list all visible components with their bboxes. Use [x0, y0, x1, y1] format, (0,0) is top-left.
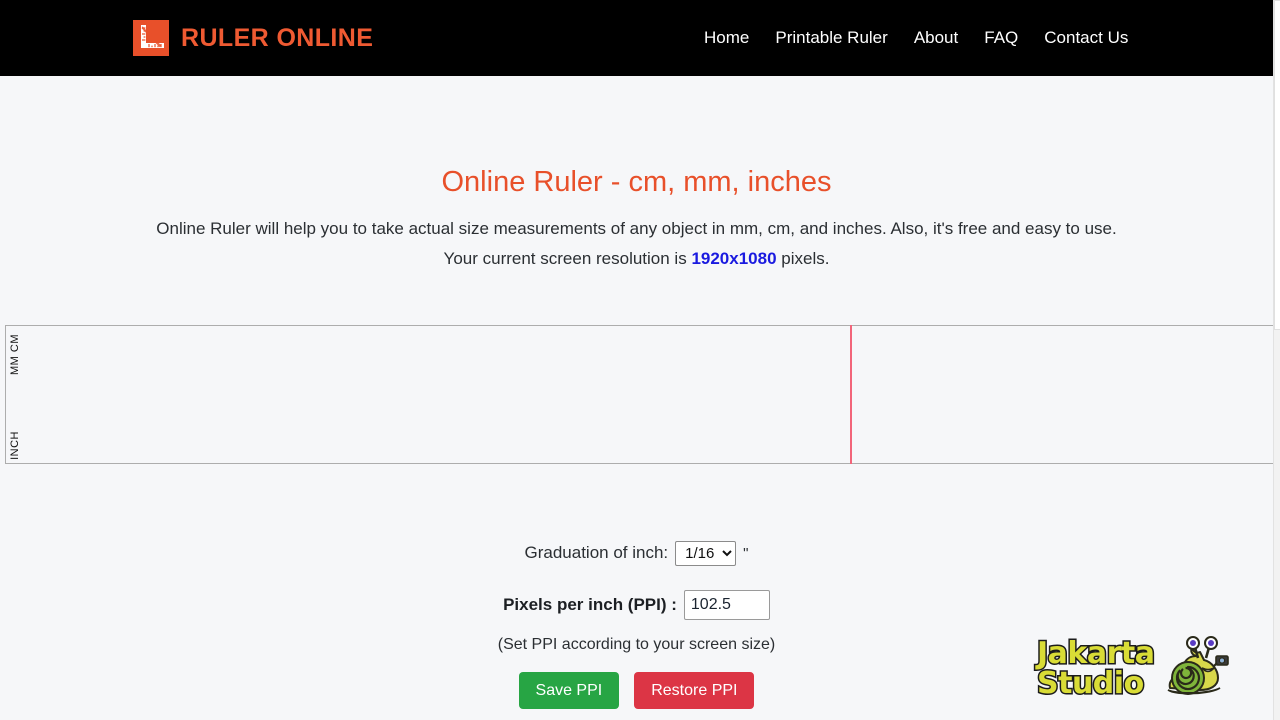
page-root: RULER ONLINE Home Printable Ruler About … [0, 0, 1280, 720]
resolution-prefix: Your current screen resolution is [443, 249, 692, 268]
page-title: Online Ruler - cm, mm, inches [441, 166, 832, 198]
page-scrollbar-thumb[interactable] [1274, 0, 1280, 330]
brand-logo-link[interactable]: RULER ONLINE [133, 20, 373, 56]
nav-item-home[interactable]: Home [704, 0, 762, 76]
inch-symbol: " [743, 544, 749, 562]
brand-name: RULER ONLINE [181, 23, 374, 52]
graduation-label: Graduation of inch: [524, 543, 669, 562]
ppi-row: Pixels per inch (PPI) : [0, 590, 1273, 620]
primary-navigation: Home Printable Ruler About FAQ Contact U… [704, 0, 1141, 76]
ruler-cursor-line[interactable] [850, 325, 852, 464]
ruler-logo-icon [133, 20, 169, 56]
ppi-input[interactable] [683, 590, 770, 620]
screen-resolution-line: Your current screen resolution is 1920x1… [0, 244, 1273, 274]
intro-description: Online Ruler will help you to take actua… [156, 219, 1117, 238]
resolution-suffix: pixels. [776, 249, 830, 268]
graduation-select[interactable]: 1/16 [675, 540, 737, 566]
ruler-metric-axis-label: MM CM [9, 334, 21, 375]
nav-item-faq[interactable]: FAQ [971, 0, 1031, 76]
ruler-inch-axis-label: INCH [9, 431, 21, 460]
hero-section: Online Ruler - cm, mm, inches Online Rul… [0, 76, 1273, 274]
ppi-hint: (Set PPI according to your screen size) [497, 636, 776, 653]
ruler-widget[interactable]: MM CM INCH [5, 325, 1278, 464]
restore-ppi-button[interactable]: Restore PPI [634, 672, 755, 710]
graduation-row: Graduation of inch: 1/16 " [0, 464, 1273, 570]
ppi-button-row: Save PPI Restore PPI [0, 672, 1273, 710]
site-header: RULER ONLINE Home Printable Ruler About … [0, 0, 1273, 76]
save-ppi-button[interactable]: Save PPI [518, 672, 620, 710]
page-scrollbar-track[interactable] [1273, 0, 1280, 720]
ruler-controls: Graduation of inch: 1/16 " Pixels per in… [0, 464, 1273, 710]
screen-resolution-value: 1920x1080 [691, 249, 777, 268]
nav-item-about[interactable]: About [901, 0, 971, 76]
nav-item-contact-us[interactable]: Contact Us [1031, 0, 1141, 76]
ppi-label: Pixels per inch (PPI) : [503, 595, 677, 614]
ruler-top-rule [851, 325, 1278, 326]
nav-item-printable-ruler[interactable]: Printable Ruler [762, 0, 900, 76]
ruler-surface[interactable]: MM CM INCH [5, 325, 851, 464]
